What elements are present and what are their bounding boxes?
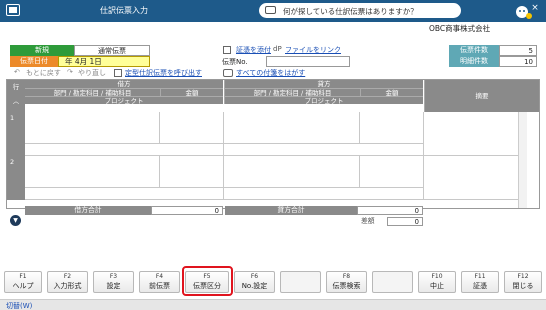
credit-header: 貸方 xyxy=(224,80,423,88)
debit-project-cell[interactable] xyxy=(25,188,224,200)
credit-account-cell[interactable] xyxy=(224,156,360,188)
chat-icon xyxy=(265,6,276,14)
scroll-down-icon[interactable]: ▼ xyxy=(10,215,21,226)
home-icon[interactable] xyxy=(6,4,20,16)
voucher-no-label: 伝票No. xyxy=(222,58,248,66)
credit-amount-cell[interactable] xyxy=(360,112,424,144)
credit-amount-cell[interactable] xyxy=(360,156,424,188)
debit-amount-header: 金額 xyxy=(160,88,223,97)
row-number: 1 xyxy=(7,112,25,156)
date-input[interactable]: 年 4月 1日 xyxy=(58,56,150,67)
f7-empty-button xyxy=(280,271,321,293)
debit-amount-cell[interactable] xyxy=(160,156,224,188)
debit-total-value: 0 xyxy=(151,206,223,215)
redo-button[interactable]: やり直し xyxy=(78,68,106,78)
credit-project-header: プロジェクト xyxy=(224,96,423,105)
undo-button[interactable]: もとに戻す xyxy=(26,68,61,78)
remove-tags-link[interactable]: すべての付箋をはがす xyxy=(236,68,305,78)
row-number: 2 xyxy=(7,156,25,200)
undo-icon: ↶ xyxy=(14,68,20,76)
mode-badge: 新規 xyxy=(10,45,74,56)
f9-empty-button xyxy=(372,271,413,293)
credit-amount-header: 金額 xyxy=(360,88,423,97)
debit-header: 借方 xyxy=(25,80,223,88)
voucher-count-value: 5 xyxy=(499,45,537,56)
link-icon: dP xyxy=(273,45,282,53)
credit-total-value: 0 xyxy=(357,206,423,215)
difference-label: 差額 xyxy=(361,217,375,225)
detail-count-value: 10 xyxy=(499,56,537,67)
detail-count-label: 明細件数 xyxy=(449,56,499,67)
f10-cancel-button[interactable]: F10 中止 xyxy=(418,271,456,293)
company-name: OBC商事株式会社 xyxy=(429,24,491,33)
summary-cell[interactable] xyxy=(424,156,519,200)
f4-previous-voucher-button[interactable]: F4 前伝票 xyxy=(139,271,180,293)
voucher-count-label: 伝票件数 xyxy=(449,45,499,56)
summary-cell[interactable] xyxy=(424,112,519,156)
close-button[interactable]: × xyxy=(527,2,543,14)
vertical-scrollbar[interactable] xyxy=(518,112,527,208)
function-key-bar: F1 ヘルプ F2 入力形式 F3 設定 F4 前伝票 F5 伝票区分 F6 No.設定 F… xyxy=(0,270,546,297)
row-header-title: 行 ︿ xyxy=(7,80,25,112)
debit-project-header: プロジェクト xyxy=(25,96,223,105)
f2-input-format-button[interactable]: F2 入力形式 xyxy=(47,271,88,293)
attach-icon xyxy=(223,46,231,54)
attach-link[interactable]: 証憑を添付 xyxy=(236,45,271,55)
debit-dept-header: 部門 / 勘定科目 / 補助科目 xyxy=(25,88,160,97)
summary-header: 摘要 xyxy=(424,80,539,112)
debit-project-cell[interactable] xyxy=(25,144,224,156)
credit-total-label: 貸方合計 xyxy=(225,206,357,215)
switch-button[interactable]: 切替(W) xyxy=(6,301,32,310)
date-label: 伝票日付 xyxy=(10,56,58,67)
collapse-icon[interactable]: ︿ xyxy=(13,97,20,105)
debit-amount-cell[interactable] xyxy=(160,112,224,144)
status-bar: 切替(W) xyxy=(0,299,546,310)
debit-total-label: 借方合計 xyxy=(25,206,151,215)
template-link[interactable]: 定型仕訳伝票を呼び出す xyxy=(125,68,202,78)
f6-no-settings-button[interactable]: F6 No.設定 xyxy=(234,271,275,293)
redo-icon: ↷ xyxy=(67,68,73,76)
file-link[interactable]: ファイルをリンク xyxy=(285,45,341,55)
window-title: 仕訳伝票入力 xyxy=(100,6,148,15)
voucher-type-select[interactable]: 通常伝票 xyxy=(74,45,150,56)
debit-account-cell[interactable] xyxy=(25,156,160,188)
f5-highlight-frame xyxy=(182,266,233,296)
debit-account-cell[interactable] xyxy=(25,112,160,144)
f11-evidence-button[interactable]: F11 証憑 xyxy=(461,271,499,293)
template-icon xyxy=(114,69,122,77)
journal-grid: 行 ︿ 借方 部門 / 勘定科目 / 補助科目 金額 プロジェクト 貸方 部門 … xyxy=(6,79,540,209)
search-box[interactable]: 何が探している仕訳伝票はありますか？ xyxy=(259,3,461,18)
credit-project-cell[interactable] xyxy=(224,144,424,156)
f8-voucher-search-button[interactable]: F8 伝票検索 xyxy=(326,271,367,293)
credit-dept-header: 部門 / 勘定科目 / 補助科目 xyxy=(224,88,360,97)
f3-settings-button[interactable]: F3 設定 xyxy=(93,271,134,293)
f1-help-button[interactable]: F1 ヘルプ xyxy=(4,271,42,293)
title-bar: 仕訳伝票入力 何が探している仕訳伝票はありますか？ × xyxy=(0,0,546,22)
credit-account-cell[interactable] xyxy=(224,112,360,144)
f12-close-button[interactable]: F12 閉じる xyxy=(504,271,542,293)
voucher-no-input[interactable] xyxy=(266,56,350,67)
difference-value: 0 xyxy=(387,217,423,226)
tag-icon xyxy=(223,69,233,77)
credit-project-cell[interactable] xyxy=(224,188,424,200)
search-placeholder: 何が探している仕訳伝票はありますか？ xyxy=(283,7,418,16)
